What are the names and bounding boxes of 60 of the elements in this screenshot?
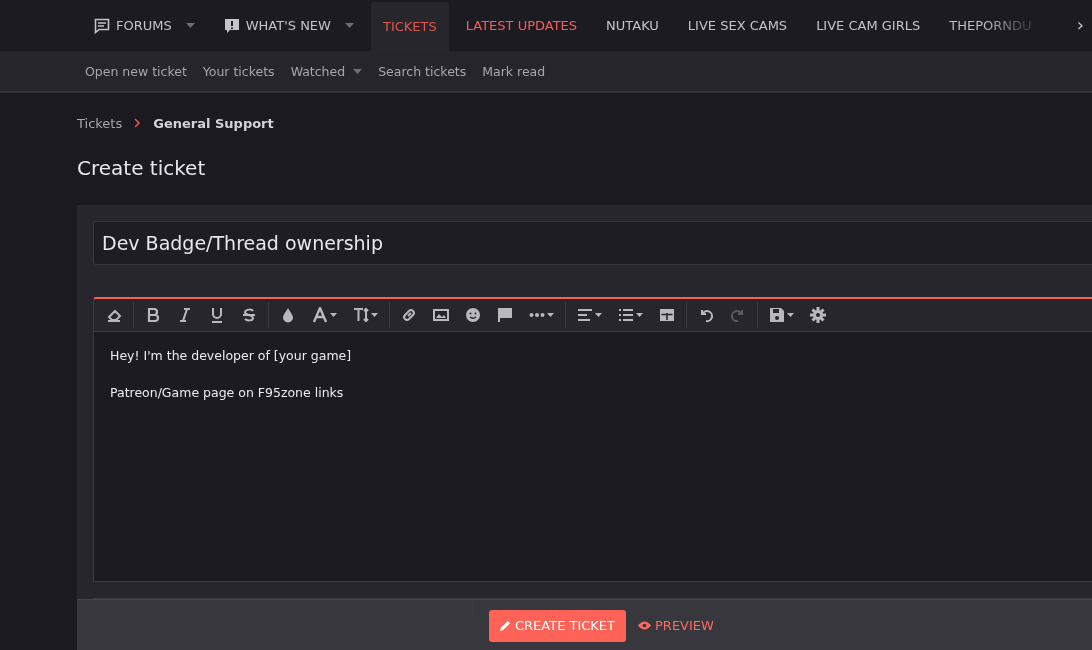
subnav-link[interactable]: Mark read <box>482 63 546 79</box>
font-icon <box>312 307 328 323</box>
flag-icon <box>497 307 513 323</box>
undo-icon <box>698 307 714 323</box>
nav-label: TICKETS <box>382 19 437 34</box>
subnav-link[interactable]: Search tickets <box>378 63 467 79</box>
gear-icon <box>810 307 826 323</box>
editor-content[interactable]: Hey! I'm the developer of [your game] Patreon/Game page on F95zone links <box>94 332 1092 582</box>
nav-label: LATEST UPDATES <box>465 18 578 33</box>
editor-paragraph: Patreon/Game page on F95zone links <box>110 385 345 400</box>
nav-tab[interactable]: LIVE SEX CAMS <box>675 0 800 51</box>
caret-icon <box>185 23 195 28</box>
underline-icon <box>209 307 225 323</box>
link-icon <box>401 307 417 323</box>
caret-icon <box>344 23 354 28</box>
subnav-link[interactable]: Watched <box>290 63 363 79</box>
nav-label: LIVE CAM GIRLS <box>816 18 921 33</box>
nav-label: LIVE SEX CAMS <box>687 18 788 33</box>
chat-icon <box>94 17 110 34</box>
breadcrumb-link[interactable]: Tickets <box>77 115 123 131</box>
preview-button[interactable]: PREVIEW <box>638 618 714 633</box>
eye-icon <box>638 621 652 630</box>
redo-icon <box>730 307 746 323</box>
save-icon <box>769 307 785 323</box>
page-title: Create ticket <box>77 155 207 182</box>
strikethrough-icon <box>241 307 257 323</box>
nav-label: FORUMS <box>116 18 172 33</box>
alert-icon <box>223 17 240 34</box>
italic-icon <box>177 307 193 323</box>
list-icon <box>618 307 634 323</box>
chevron-icon <box>134 118 142 128</box>
caret-icon <box>547 313 554 317</box>
caret-icon <box>371 313 378 317</box>
nav-label: WHAT'S NEW <box>245 18 331 33</box>
nav-tab[interactable]: WHAT'S NEW <box>211 0 366 51</box>
droplet-icon <box>280 307 296 323</box>
caret-icon <box>330 313 337 317</box>
subnav-link[interactable]: Open new ticket <box>85 63 187 79</box>
nav-tab[interactable]: TICKETS <box>370 2 449 51</box>
nav-label: NUTAKU <box>606 18 659 33</box>
text-size-icon <box>353 307 369 323</box>
caret-icon <box>595 313 602 317</box>
bold-icon <box>145 307 161 323</box>
caret-icon <box>787 313 794 317</box>
nav-tab[interactable]: LATEST UPDATES <box>453 0 590 51</box>
nav-tab[interactable]: NUTAKU <box>594 0 671 51</box>
title-field[interactable]: Dev Badge/Thread ownership <box>93 221 1092 265</box>
table-icon <box>659 307 675 323</box>
pencil-icon <box>500 620 511 631</box>
editor-paragraph: Hey! I'm the developer of [your game] <box>110 348 353 363</box>
smiley-icon <box>465 307 481 323</box>
align-icon <box>577 307 593 323</box>
image-icon <box>433 307 449 323</box>
nav-tab[interactable]: FORUMS <box>82 0 207 51</box>
nav-tab[interactable]: LIVE CAM GIRLS <box>804 0 933 51</box>
caret-icon <box>353 68 363 74</box>
caret-icon <box>636 313 643 317</box>
breadcrumb-link[interactable]: General Support <box>153 115 274 131</box>
eraser-icon <box>106 307 122 323</box>
subnav-link[interactable]: Your tickets <box>202 63 275 79</box>
